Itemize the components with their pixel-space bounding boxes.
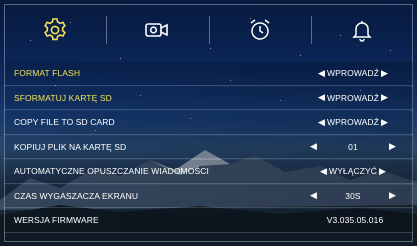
settings-menu: FORMAT FLASH ◀ WPROWADŹ ▶ SFORMATUJ KART…	[4, 62, 413, 234]
menu-label: AUTOMATYCZNE OPUSZCZANIE WIADOMOŚCI	[14, 166, 209, 176]
arrow-left-icon[interactable]: ◀	[318, 93, 325, 102]
menu-row-auto-delete[interactable]: AUTOMATYCZNE OPUSZCZANIE WIADOMOŚCI ◀ WY…	[4, 160, 413, 184]
arrow-left-icon[interactable]: ◀	[320, 166, 327, 176]
bell-icon	[352, 21, 372, 42]
menu-label: KOPIUJ PLIK NA KARTĘ SD	[14, 141, 127, 152]
alarm-clock-icon	[250, 19, 270, 40]
arrow-right-icon[interactable]: ▶	[389, 142, 396, 151]
video-camera-icon	[145, 23, 169, 37]
arrow-left-icon[interactable]: ◀	[318, 117, 325, 127]
value-selector: ◀ WPROWADŹ ▶	[304, 87, 402, 110]
menu-label: CZAS WYGASZACZA EKRANU	[14, 190, 139, 201]
tab-settings[interactable]	[4, 4, 106, 56]
arrow-left-icon[interactable]: ◀	[310, 191, 317, 200]
menu-row-firmware: WERSJA FIRMWARE V3.035.05.016	[4, 209, 413, 233]
top-tab-bar	[4, 4, 413, 56]
menu-row-screensaver[interactable]: CZAS WYGASZACZA EKRANU ◀ 30S ▶	[4, 184, 413, 208]
menu-value: WPROWADŹ	[327, 92, 379, 103]
menu-value: 01	[348, 141, 358, 152]
value-selector: ◀ WYŁĄCZYĆ ▶	[304, 160, 402, 183]
menu-value: WPROWADŹ	[327, 68, 379, 79]
tab-alarm[interactable]	[208, 4, 311, 56]
arrow-left-icon[interactable]: ◀	[318, 68, 325, 78]
value-selector: ◀ WPROWADŹ ▶	[304, 62, 402, 85]
menu-label: WERSJA FIRMWARE	[14, 215, 99, 225]
value-selector: ◀ 30S ▶	[304, 185, 402, 208]
menu-value: WPROWADŹ	[327, 117, 379, 128]
menu-row-copy-file-pl[interactable]: KOPIUJ PLIK NA KARTĘ SD ◀ 01 ▶	[4, 135, 413, 159]
menu-label: SFORMATUJ KARTĘ SD	[14, 92, 112, 103]
arrow-right-icon[interactable]: ▶	[381, 117, 388, 127]
arrow-right-icon[interactable]: ▶	[381, 68, 388, 78]
arrow-right-icon[interactable]: ▶	[381, 93, 388, 102]
value-selector: ◀ WPROWADŹ ▶	[304, 111, 402, 134]
arrow-right-icon[interactable]: ▶	[379, 166, 386, 176]
menu-value: WYŁĄCZYĆ	[328, 166, 378, 177]
gear-icon	[44, 18, 67, 41]
arrow-right-icon[interactable]: ▶	[389, 191, 396, 200]
menu-label: COPY FILE TO SD CARD	[14, 117, 115, 127]
value-selector: ◀ 01 ▶	[304, 136, 402, 159]
tab-video[interactable]	[106, 4, 208, 56]
tab-notifications[interactable]	[310, 4, 413, 56]
settings-screen: FORMAT FLASH ◀ WPROWADŹ ▶ SFORMATUJ KART…	[0, 0, 417, 246]
menu-value: 30S	[345, 190, 361, 201]
menu-row-copy-file[interactable]: COPY FILE TO SD CARD ◀ WPROWADŹ ▶	[4, 111, 413, 135]
firmware-version: V3.035.05.016	[326, 215, 384, 225]
arrow-left-icon[interactable]: ◀	[310, 142, 317, 151]
menu-label: FORMAT FLASH	[14, 68, 81, 78]
menu-row-format-sd[interactable]: SFORMATUJ KARTĘ SD ◀ WPROWADŹ ▶	[4, 86, 413, 110]
menu-row-format-flash[interactable]: FORMAT FLASH ◀ WPROWADŹ ▶	[4, 62, 413, 86]
